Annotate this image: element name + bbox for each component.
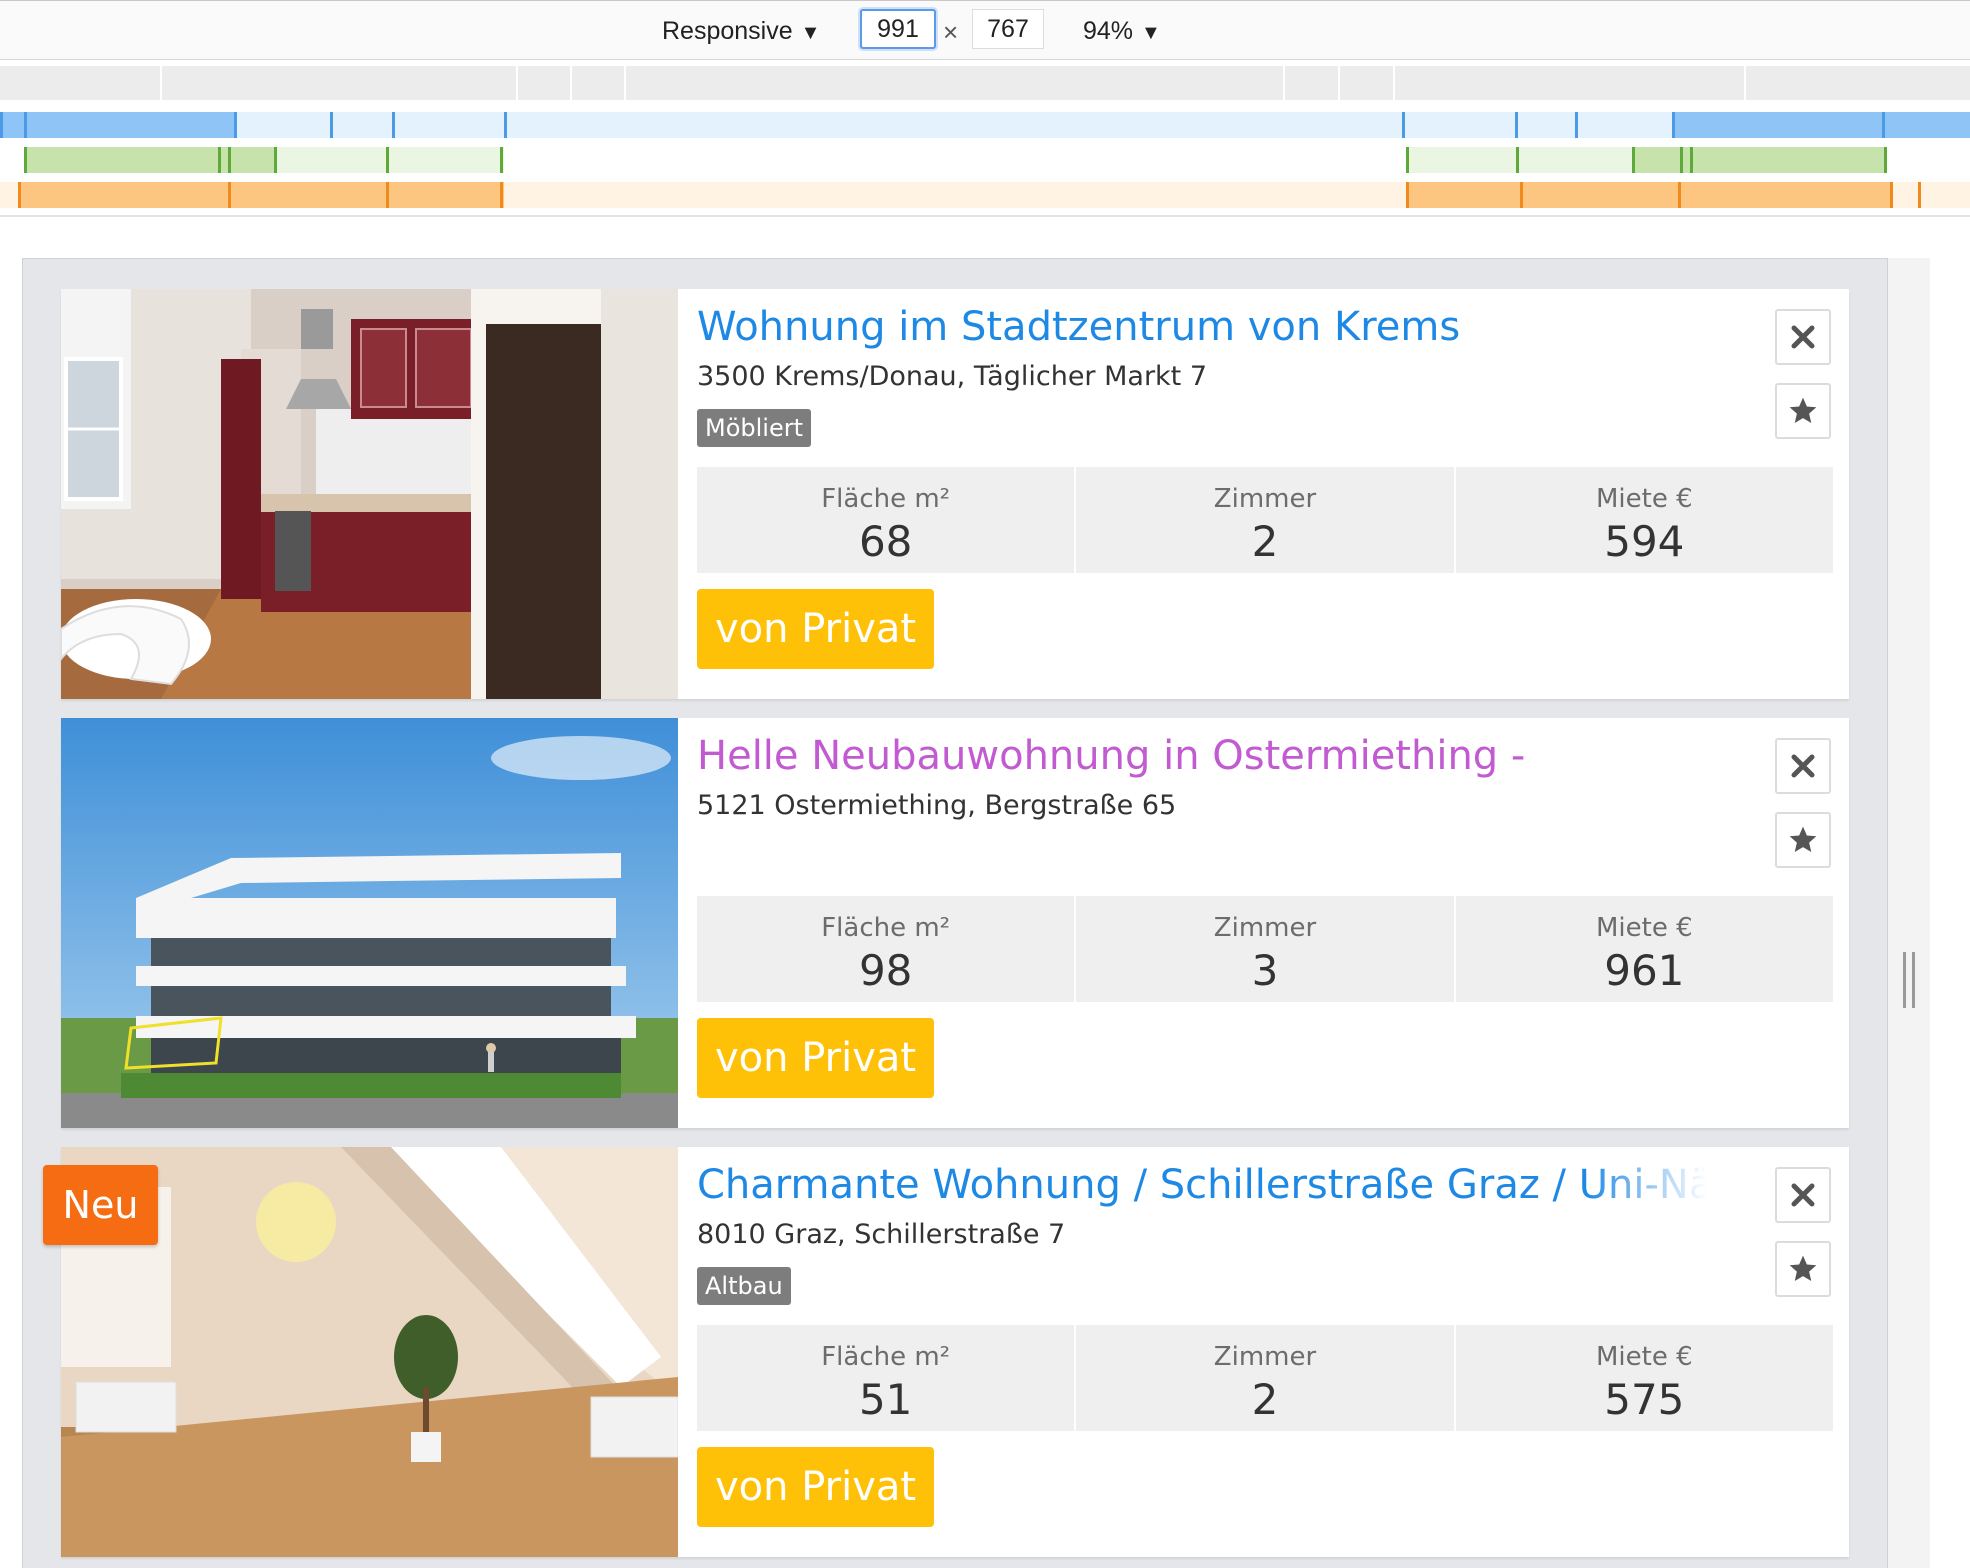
new-listing-badge: Neu xyxy=(43,1165,158,1245)
devtools-toolbar: Responsive ▼ × 94% ▼ xyxy=(0,0,1970,60)
media-query-bar-max-width[interactable] xyxy=(0,112,1970,138)
listing-stats: Fläche m² 98 Zimmer 3 Miete € 961 xyxy=(697,896,1833,1002)
close-icon xyxy=(1791,1183,1815,1207)
viewport-resize-handle[interactable] xyxy=(1903,952,1915,1008)
listing-address: 8010 Graz, Schillerstraße 7 xyxy=(697,1219,1066,1250)
listing-info: Charmante Wohnung / Schillerstraße Graz … xyxy=(697,1147,1833,1557)
stat-label: Fläche m² xyxy=(821,913,951,943)
media-query-bar-min-max-width[interactable] xyxy=(0,147,1970,173)
chevron-down-icon: ▼ xyxy=(1141,22,1161,44)
stat-value: 594 xyxy=(1604,517,1685,566)
listing-card[interactable]: Charmante Wohnung / Schillerstraße Graz … xyxy=(61,1147,1849,1557)
listing-address: 3500 Krems/Donau, Täglicher Markt 7 xyxy=(697,361,1208,392)
zoom-label: 94% xyxy=(1083,17,1134,45)
media-query-ruler xyxy=(0,66,1970,100)
stat-rent: Miete € 575 xyxy=(1453,1325,1833,1431)
favorite-button[interactable] xyxy=(1775,383,1831,439)
stat-label: Zimmer xyxy=(1213,1342,1317,1372)
stat-rooms: Zimmer 3 xyxy=(1074,896,1453,1002)
listing-stats: Fläche m² 51 Zimmer 2 Miete € 575 xyxy=(697,1325,1833,1431)
listing-tag: Möbliert xyxy=(697,409,812,447)
stat-label: Zimmer xyxy=(1213,484,1317,514)
close-icon xyxy=(1791,754,1815,778)
listing-stats: Fläche m² 68 Zimmer 2 Miete € 594 xyxy=(697,467,1833,573)
listing-card[interactable]: Wohnung im Stadtzentrum von Krems 3500 K… xyxy=(61,289,1849,699)
stat-value: 961 xyxy=(1604,946,1685,995)
favorite-button[interactable] xyxy=(1775,812,1831,868)
stat-label: Fläche m² xyxy=(821,1342,951,1372)
media-query-bar-min-width[interactable] xyxy=(0,182,1970,208)
stat-area: Fläche m² 51 xyxy=(697,1325,1074,1431)
stat-area: Fläche m² 68 xyxy=(697,467,1074,573)
chevron-down-icon: ▼ xyxy=(800,22,821,44)
stat-rent: Miete € 594 xyxy=(1453,467,1833,573)
listing-tag: Altbau xyxy=(697,1267,791,1305)
stat-value: 575 xyxy=(1604,1375,1685,1424)
listing-info: Helle Neubauwohnung in Ostermiething - 5… xyxy=(697,718,1833,1128)
star-icon xyxy=(1789,397,1817,423)
times-icon: × xyxy=(943,17,959,47)
stat-label: Fläche m² xyxy=(821,484,951,514)
stat-value: 2 xyxy=(1251,1375,1279,1424)
devtools-divider xyxy=(0,215,1970,217)
stat-value: 51 xyxy=(858,1375,913,1424)
dismiss-button[interactable] xyxy=(1775,1167,1831,1223)
device-mode-select[interactable]: Responsive ▼ xyxy=(662,17,820,46)
listing-photo[interactable] xyxy=(61,289,678,699)
dismiss-button[interactable] xyxy=(1775,309,1831,365)
listing-title[interactable]: Charmante Wohnung / Schillerstraße Graz … xyxy=(697,1159,1707,1211)
stat-area: Fläche m² 98 xyxy=(697,896,1074,1002)
listing-info: Wohnung im Stadtzentrum von Krems 3500 K… xyxy=(697,289,1833,699)
listing-card[interactable]: Helle Neubauwohnung in Ostermiething - 5… xyxy=(61,718,1849,1128)
listing-title[interactable]: Wohnung im Stadtzentrum von Krems xyxy=(697,301,1707,353)
stat-label: Zimmer xyxy=(1213,913,1317,943)
stat-value: 98 xyxy=(858,946,913,995)
stat-label: Miete € xyxy=(1595,484,1693,514)
viewport-width-input[interactable] xyxy=(860,9,936,49)
viewport-height-input[interactable] xyxy=(972,9,1044,49)
stat-label: Miete € xyxy=(1595,1342,1693,1372)
private-seller-badge: von Privat xyxy=(697,589,935,669)
zoom-select[interactable]: 94% ▼ xyxy=(1083,17,1161,46)
dismiss-button[interactable] xyxy=(1775,738,1831,794)
stat-rent: Miete € 961 xyxy=(1453,896,1833,1002)
close-icon xyxy=(1791,325,1815,349)
stat-value: 68 xyxy=(858,517,913,566)
listing-photo[interactable] xyxy=(61,718,678,1128)
device-mode-label: Responsive xyxy=(662,17,793,45)
private-seller-badge: von Privat xyxy=(697,1018,935,1098)
private-seller-badge: von Privat xyxy=(697,1447,935,1527)
favorite-button[interactable] xyxy=(1775,1241,1831,1297)
listing-address: 5121 Ostermiething, Bergstraße 65 xyxy=(697,790,1177,821)
star-icon xyxy=(1789,826,1817,852)
stat-value: 2 xyxy=(1251,517,1279,566)
viewport-outside-area xyxy=(1888,258,1930,1568)
star-icon xyxy=(1789,1255,1817,1281)
stat-rooms: Zimmer 2 xyxy=(1074,1325,1453,1431)
stat-label: Miete € xyxy=(1595,913,1693,943)
stat-rooms: Zimmer 2 xyxy=(1074,467,1453,573)
listing-title[interactable]: Helle Neubauwohnung in Ostermiething - xyxy=(697,730,1707,782)
stat-value: 3 xyxy=(1251,946,1279,995)
